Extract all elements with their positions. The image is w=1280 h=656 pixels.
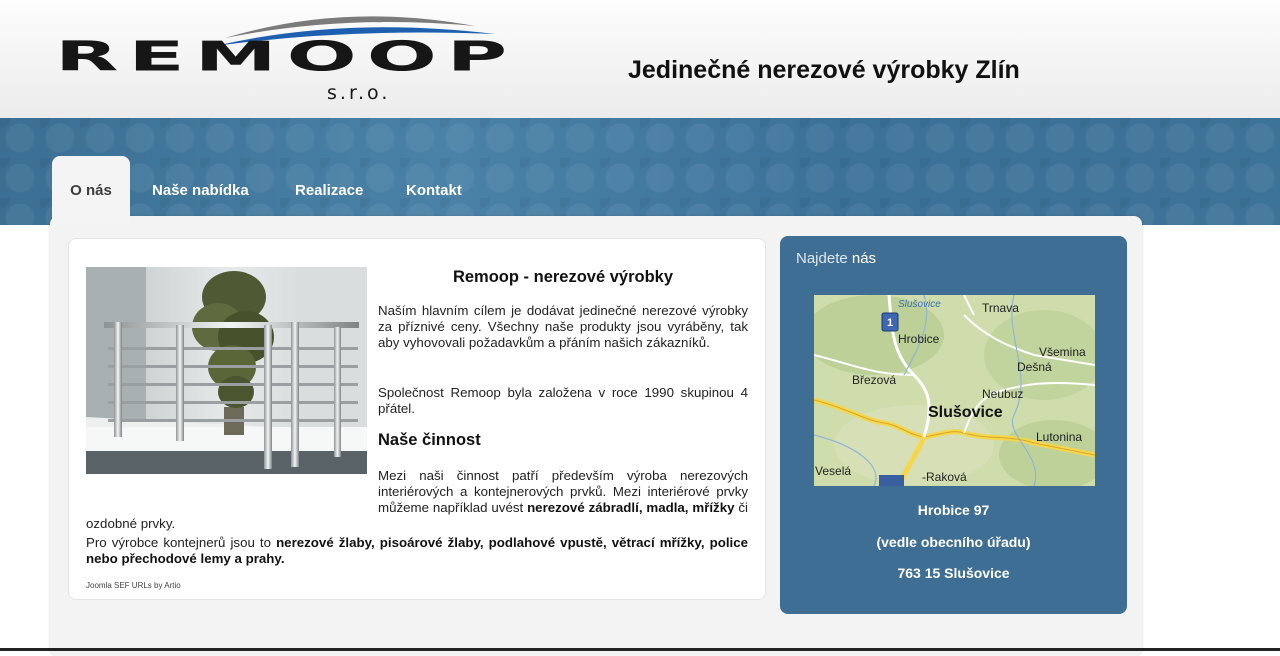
map-label-slusovice-top: Slušovice xyxy=(898,299,941,310)
map-label-vsemina: Všemina xyxy=(1039,345,1086,359)
map-label-rakova: -Raková xyxy=(922,470,967,484)
map-marker[interactable]: 1 xyxy=(887,317,893,329)
address-line-1: Hrobice 97 xyxy=(917,502,990,518)
products-paragraph: Pro výrobce kontejnerů jsou to nerezové … xyxy=(86,535,748,566)
map-label-brezova: Březová xyxy=(852,373,896,387)
activity-subtitle: Naše činnost xyxy=(378,431,481,449)
map-label-lutonina: Lutonina xyxy=(1036,430,1082,444)
map-label-slusovice: Slušovice xyxy=(928,404,1003,421)
address-line-3: 763 15 Slušovice xyxy=(897,565,1010,581)
intro-paragraph: Naším hlavním cílem je dodávat jedinečné… xyxy=(378,303,748,350)
railing-photo xyxy=(86,267,367,474)
map-label-vesela: Veselá xyxy=(815,464,851,478)
logo[interactable]: REMOOP s.r.o. xyxy=(55,10,507,110)
location-map[interactable]: 1 Slušovice Trnava Hrobice Všemina Dešná… xyxy=(814,295,1095,486)
site-header: REMOOP s.r.o. Jedinečné nerezové výrobky… xyxy=(0,0,1280,118)
map-label-neubuz: Neubuz xyxy=(982,387,1023,401)
founding-paragraph: Společnost Remoop byla založena v roce 1… xyxy=(378,385,748,416)
nav-item-nase-nabidka[interactable]: Naše nabídka xyxy=(152,156,249,225)
map-label-trnava: Trnava xyxy=(982,301,1019,315)
map-label-desna: Dešná xyxy=(1017,360,1052,374)
site-tagline: Jedinečné nerezové výrobky Zlín xyxy=(628,56,1020,84)
nav-item-realizace[interactable]: Realizace xyxy=(295,156,363,225)
map-label-hrobice: Hrobice xyxy=(898,332,940,346)
address-line-2: (vedle obecního úřadu) xyxy=(876,534,1031,550)
activity-paragraph: Mezi naši činnost patří především výroba… xyxy=(86,468,748,531)
logo-subtext: s.r.o. xyxy=(327,82,391,104)
sef-credit-link[interactable]: Joomla SEF URLs by Artio xyxy=(86,581,181,590)
content-title: Remoop - nerezové výrobky xyxy=(452,268,674,286)
nav-item-kontakt[interactable]: Kontakt xyxy=(406,156,462,225)
panel-title: Najdete nás xyxy=(796,250,877,267)
logo-text: REMOOP xyxy=(55,32,518,81)
nav-item-o-nas[interactable]: O nás xyxy=(52,156,130,225)
